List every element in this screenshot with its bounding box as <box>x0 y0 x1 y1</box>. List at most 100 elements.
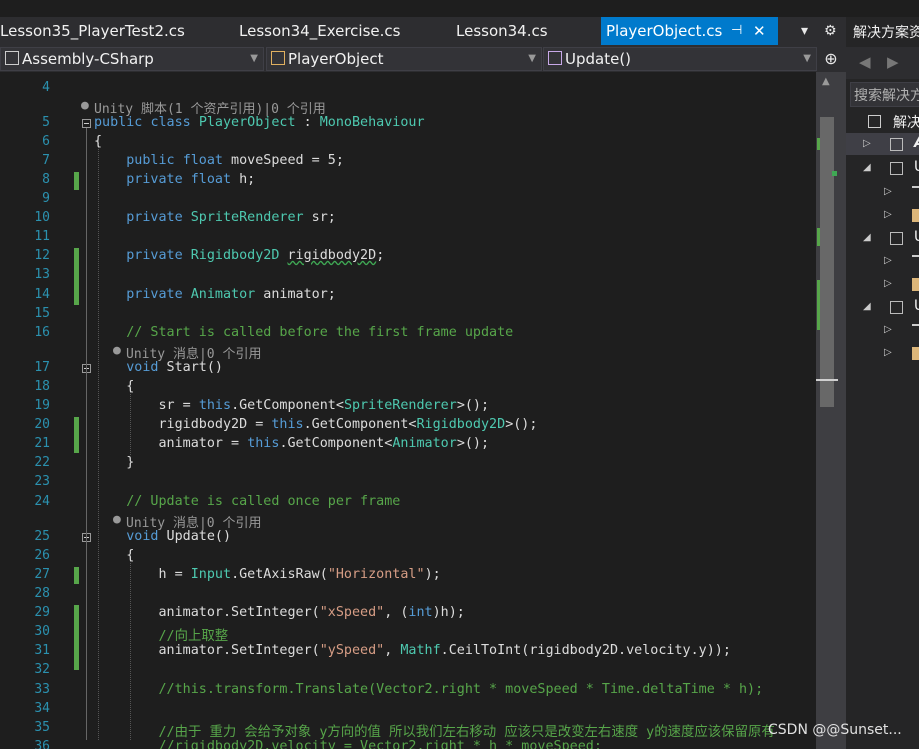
code-line[interactable]: rigidbody2D = this.GetComponent<Rigidbod… <box>94 417 537 432</box>
close-icon[interactable]: ✕ <box>753 17 766 45</box>
tab-label: Lesson35_PlayerTest2.cs <box>0 22 185 40</box>
tree-node-dependencies[interactable]: ▷ <box>846 250 919 272</box>
project-dropdown[interactable]: Assembly-CSharp ▼ <box>0 47 264 71</box>
code-editor[interactable]: 4 5 6 7 8 9 10 11 12 13 14 15 16 17 18 19 20 21 22 23 24 25 26… <box>0 72 816 749</box>
line-number: 16 <box>34 325 50 340</box>
tab-lesson35-playertest2[interactable]: Lesson35_PlayerTest2.cs <box>0 17 185 45</box>
code-line[interactable]: //this.transform.Translate(Vector2.right… <box>94 682 764 697</box>
line-number: 24 <box>34 494 50 509</box>
scroll-up-icon[interactable]: ▲ <box>822 76 830 87</box>
class-icon <box>271 51 285 65</box>
code-line[interactable]: { <box>94 548 134 563</box>
code-line[interactable]: animator = this.GetComponent<Animator>()… <box>94 436 489 451</box>
change-indicator <box>74 172 79 190</box>
csharp-project-icon <box>890 301 903 314</box>
tab-lesson34[interactable]: Lesson34.cs <box>456 17 548 45</box>
caret-position-marker <box>816 379 838 381</box>
code-line[interactable]: private Rigidbody2D rigidbody2D; <box>94 248 384 263</box>
code-line[interactable]: { <box>94 379 134 394</box>
folder-icon <box>912 347 919 360</box>
forward-icon[interactable]: ▶ <box>887 53 899 71</box>
class-dropdown[interactable]: PlayerObject ▼ <box>266 47 542 71</box>
tab-lesson34-exercise[interactable]: Lesson34_Exercise.cs <box>239 17 400 45</box>
solution-root-node[interactable]: 解决 <box>846 109 919 133</box>
vertical-scrollbar[interactable]: ▲ <box>816 72 846 749</box>
code-line[interactable]: // Update is called once per frame <box>94 494 400 509</box>
change-indicator <box>74 417 79 453</box>
tab-label: PlayerObject.cs <box>606 22 723 40</box>
code-line[interactable]: //rigidbody2D.velocity = Vector2.right *… <box>94 739 602 749</box>
tree-node-dependencies[interactable]: ▷ <box>846 181 919 203</box>
line-number: 20 <box>34 417 50 432</box>
code-line[interactable]: // Start is called before the first fram… <box>94 325 513 340</box>
collapse-icon: ◢ <box>863 301 871 312</box>
tab-playerobject[interactable]: PlayerObject.cs ⊣ ✕ <box>601 17 778 45</box>
line-number: 10 <box>34 210 50 225</box>
tree-node-project-selected[interactable]: ▷ A <box>846 133 919 155</box>
tree-node-project[interactable]: ◢ U <box>846 296 919 318</box>
code-line[interactable]: private Animator animator; <box>94 287 336 302</box>
code-line[interactable]: { <box>94 134 102 149</box>
scrollbar-thumb[interactable] <box>820 117 834 407</box>
line-number: 15 <box>34 306 50 321</box>
code-line[interactable]: void Update() <box>94 529 231 544</box>
line-number: 25 <box>34 529 50 544</box>
pin-icon[interactable]: ⊣ <box>731 17 742 45</box>
solution-search-input[interactable]: 搜索解决方 <box>850 82 919 107</box>
code-line[interactable]: animator.SetInteger("ySpeed", Mathf.Ceil… <box>94 643 730 658</box>
tree-node-folder[interactable]: ▷ <box>846 342 919 364</box>
watermark: CSDN @@Sunset... <box>768 722 902 738</box>
line-number: 8 <box>42 172 50 187</box>
solution-root-label: 解决 <box>893 115 919 131</box>
line-number: 33 <box>34 682 50 697</box>
csharp-project-icon <box>890 232 903 245</box>
back-icon[interactable]: ◀ <box>859 53 871 71</box>
code-line[interactable]: //向上取整 <box>94 624 229 644</box>
code-line[interactable]: } <box>94 455 134 470</box>
tab-overflow-icon[interactable]: ▾ <box>801 17 808 45</box>
expand-icon: ▷ <box>884 255 892 266</box>
code-line[interactable]: animator.SetInteger("xSpeed", (int)h); <box>94 605 464 620</box>
collapse-icon[interactable] <box>82 119 91 128</box>
split-window-icon[interactable]: ⊕ <box>816 45 846 72</box>
line-number: 29 <box>34 605 50 620</box>
change-indicator <box>74 567 79 584</box>
tree-node-project[interactable]: ◢ U <box>846 157 919 179</box>
line-number: 30 <box>34 624 50 639</box>
code-line[interactable]: public class PlayerObject : MonoBehaviou… <box>94 115 425 130</box>
line-number: 32 <box>34 662 50 677</box>
line-number: 4 <box>42 80 50 95</box>
code-line[interactable]: //由于 重力 会给予对象 y方向的值 所以我们左右移动 应该只是改变左右速度 … <box>94 720 775 740</box>
tree-node-folder[interactable]: ▷ <box>846 273 919 295</box>
expand-icon: ▷ <box>863 138 871 149</box>
member-dropdown[interactable]: Update() ▼ <box>543 47 817 71</box>
unity-icon: ● <box>113 512 121 527</box>
collapse-icon: ◢ <box>863 232 871 243</box>
navigation-bar: Assembly-CSharp ▼ PlayerObject ▼ Update(… <box>0 45 846 72</box>
tab-label: Lesson34_Exercise.cs <box>239 22 401 40</box>
line-number: 19 <box>34 398 50 413</box>
search-placeholder: 搜索解决方 <box>854 88 919 104</box>
code-line[interactable]: private SpriteRenderer sr; <box>94 210 336 225</box>
line-number: 22 <box>34 455 50 470</box>
expand-icon: ▷ <box>884 324 892 335</box>
line-number: 13 <box>34 267 50 282</box>
tree-node-folder[interactable]: ▷ <box>846 204 919 226</box>
line-number: 5 <box>42 115 50 130</box>
code-line[interactable]: sr = this.GetComponent<SpriteRenderer>()… <box>94 398 489 413</box>
gear-icon[interactable]: ⚙ <box>824 17 837 45</box>
line-number: 12 <box>34 248 50 263</box>
solution-explorer: 解决方案资 ◀ ▶ 搜索解决方 解决 ▷ A ◢ U ▷ ▷ ◢ U ▷ ▷ <box>846 17 919 749</box>
line-number: 26 <box>34 548 50 563</box>
code-line[interactable]: void Start() <box>94 360 223 375</box>
code-line[interactable]: public float moveSpeed = 5; <box>94 153 344 168</box>
line-number: 35 <box>34 720 50 735</box>
code-line[interactable]: private float h; <box>94 172 255 187</box>
class-dropdown-value: PlayerObject <box>288 50 384 68</box>
solution-explorer-title: 解决方案资 <box>853 25 919 41</box>
line-number: 28 <box>34 586 50 601</box>
tree-node-project[interactable]: ◢ U <box>846 227 919 249</box>
tree-node-dependencies[interactable]: ▷ <box>846 319 919 341</box>
code-line[interactable]: h = Input.GetAxisRaw("Horizontal"); <box>94 567 440 582</box>
change-marker <box>817 138 820 150</box>
